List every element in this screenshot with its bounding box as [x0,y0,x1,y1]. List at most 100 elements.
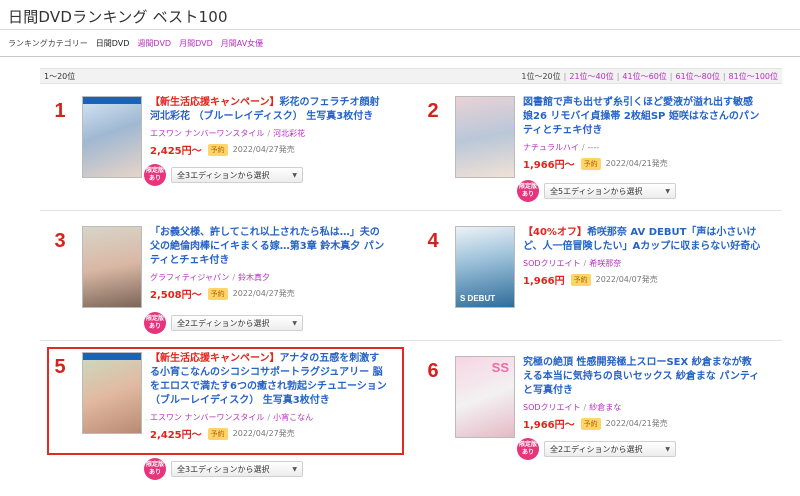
maker-line: SODクリエイト / 希咲那奈 [523,258,761,269]
item-title-link[interactable]: 究極の絶頂 性感開発極上スローSEX 紗倉まなが教える本当に気持ちの良いセックス… [523,356,761,398]
edition-row: 限定版あり 全3エディションから選択 ▼ [144,164,320,186]
maker-line: エスワン ナンバーワンスタイル / 河北彩花 [150,128,388,139]
actress-link[interactable]: 小宵こなん [273,413,313,422]
rank-number: 1 [54,100,66,122]
maker-line: SODクリエイト / 紗倉まな [523,402,761,413]
pager-61-80[interactable]: 61位〜80位 [675,71,719,82]
separator: / [583,259,587,268]
actress-name: ---- [587,143,600,152]
product-cover[interactable]: S DEBUT [455,226,515,308]
category-weekly-dvd[interactable]: 週間DVD [137,38,171,49]
title-divider [0,29,800,30]
edition-select-label: 全2エディションから選択 [177,318,270,328]
rank-number: 4 [427,230,439,252]
ranking-item-3: 3 「お義父様、許してこれ以上されたら私は…」夫の父の絶倫肉棒にイキまくる嫁…第… [40,226,392,356]
limited-edition-badge: 限定版あり [517,438,539,460]
dropdown-arrow-icon: ▼ [292,465,297,473]
product-cover[interactable] [82,226,142,308]
maker-link[interactable]: エスワン ナンバーワンスタイル [150,129,264,138]
price: 2,508円〜 [150,290,202,301]
edition-select[interactable]: 全2エディションから選択 ▼ [171,315,303,331]
maker-link[interactable]: SODクリエイト [523,403,581,412]
item-info: 「お義父様、許してこれ以上されたら私は…」夫の父の絶倫肉棒にイキまくる嫁…第3章… [150,226,388,301]
release-date: 2022/04/27発売 [232,289,295,298]
dropdown-arrow-icon: ▼ [292,171,297,179]
price: 1,966円 [523,276,565,287]
separator: / [267,413,271,422]
category-monthly-dvd[interactable]: 月間DVD [179,38,213,49]
bluray-band [83,97,141,104]
limited-edition-badge: 限定版あり [517,180,539,202]
pager-21-40[interactable]: 21位〜40位 [569,71,613,82]
edition-select[interactable]: 全3エディションから選択 ▼ [171,461,303,477]
category-divider [0,56,800,57]
price: 2,425円〜 [150,146,202,157]
release-date: 2022/04/07発売 [595,275,658,284]
edition-row: 限定版あり 全2エディションから選択 ▼ [144,312,320,334]
edition-select[interactable]: 全5エディションから選択 ▼ [544,183,676,199]
item-title: 「お義父様、許してこれ以上されたら私は…」夫の父の絶倫肉棒にイキまくる嫁…第3章… [150,227,385,266]
price-line: 1,966円〜 予約 2022/04/21発売 [523,156,761,171]
edition-select-label: 全3エディションから選択 [177,170,270,180]
cover-debut-label: S DEBUT [460,294,496,303]
rank-number: 5 [54,356,66,378]
edition-select[interactable]: 全3エディションから選択 ▼ [171,167,303,183]
maker-link[interactable]: SODクリエイト [523,259,581,268]
limited-edition-badge: 限定版あり [144,312,166,334]
campaign-label: 【新生活応援キャンペーン】 [150,353,280,364]
actress-link[interactable]: 河北彩花 [273,129,305,138]
cover-ss-logo: SS [491,360,509,375]
dropdown-arrow-icon: ▼ [665,445,670,453]
pager-separator: | [563,71,567,81]
pager-81-100[interactable]: 81位〜100位 [729,71,778,82]
edition-row: 限定版あり 全2エディションから選択 ▼ [517,438,693,460]
pager-1-20: 1位〜20位 [521,71,561,81]
preorder-badge: 予約 [570,273,591,286]
item-info: 【新生活応援キャンペーン】アナタの五感を刺激する小宵こなんのシコシコサポートラグ… [150,352,388,441]
edition-row: 限定版あり 全3エディションから選択 ▼ [144,458,320,480]
preorder-badge: 予約 [207,287,228,300]
item-title-link[interactable]: 【新生活応援キャンペーン】アナタの五感を刺激する小宵こなんのシコシコサポートラグ… [150,352,388,408]
category-daily-dvd[interactable]: 日間DVD [96,38,130,49]
category-monthly-actress[interactable]: 月間AV女優 [221,38,263,49]
product-cover[interactable]: SS [455,356,515,438]
ranking-item-2: 2 図書館で声も出せず糸引くほど愛液が溢れ出す敏感娘26 リモバイ貞操帯 2枚組… [413,96,765,226]
edition-select-label: 全2エディションから選択 [550,444,643,454]
price-line: 2,425円〜 予約 2022/04/27発売 [150,426,388,441]
item-title-link[interactable]: 「お義父様、許してこれ以上されたら私は…」夫の父の絶倫肉棒にイキまくる嫁…第3章… [150,226,388,268]
pager-41-60[interactable]: 41位〜60位 [622,71,666,82]
product-cover[interactable] [82,352,142,434]
preorder-badge: 予約 [580,157,601,170]
actress-link[interactable]: 紗倉まな [589,403,621,412]
edition-select[interactable]: 全2エディションから選択 ▼ [544,441,676,457]
category-bar-label: ランキングカテゴリー [8,39,88,48]
actress-link[interactable]: 希咲那奈 [589,259,621,268]
price: 2,425円〜 [150,430,202,441]
release-date: 2022/04/27発売 [232,145,295,154]
release-date: 2022/04/21発売 [605,419,668,428]
maker-link[interactable]: ナチュラルハイ [523,143,579,152]
item-title-link[interactable]: 【40%オフ】希咲那奈 AV DEBUT「声は小さいけど、人一倍冒険したい」Aカ… [523,226,761,254]
campaign-label: 【新生活応援キャンペーン】 [150,97,280,108]
product-cover[interactable] [82,96,142,178]
pager-separator: | [722,71,726,81]
actress-link[interactable]: 鈴木真夕 [238,273,270,282]
bluray-band [83,353,141,360]
edition-row: 限定版あり 全5エディションから選択 ▼ [517,180,693,202]
release-date: 2022/04/27発売 [232,429,295,438]
item-info: 究極の絶頂 性感開発極上スローSEX 紗倉まなが教える本当に気持ちの良いセックス… [523,356,761,431]
product-cover[interactable] [455,96,515,178]
rank-number: 2 [427,100,439,122]
item-info: 図書館で声も出せず糸引くほど愛液が溢れ出す敏感娘26 リモバイ貞操帯 2枚組SP… [523,96,761,171]
item-info: 【新生活応援キャンペーン】彩花のフェラチオ顔射 河北彩花 （ブルーレイディスク）… [150,96,388,157]
pager-separator: | [669,71,673,81]
pager-separator: | [616,71,620,81]
maker-link[interactable]: エスワン ナンバーワンスタイル [150,413,264,422]
item-title-link[interactable]: 図書館で声も出せず糸引くほど愛液が溢れ出す敏感娘26 リモバイ貞操帯 2枚組SP… [523,96,761,138]
maker-line: エスワン ナンバーワンスタイル / 小宵こなん [150,412,388,423]
maker-link[interactable]: グラフィティジャパン [150,273,229,282]
item-title-link[interactable]: 【新生活応援キャンペーン】彩花のフェラチオ顔射 河北彩花 （ブルーレイディスク）… [150,96,388,124]
release-date: 2022/04/21発売 [605,159,668,168]
preorder-badge: 予約 [207,427,228,440]
preorder-badge: 予約 [207,143,228,156]
